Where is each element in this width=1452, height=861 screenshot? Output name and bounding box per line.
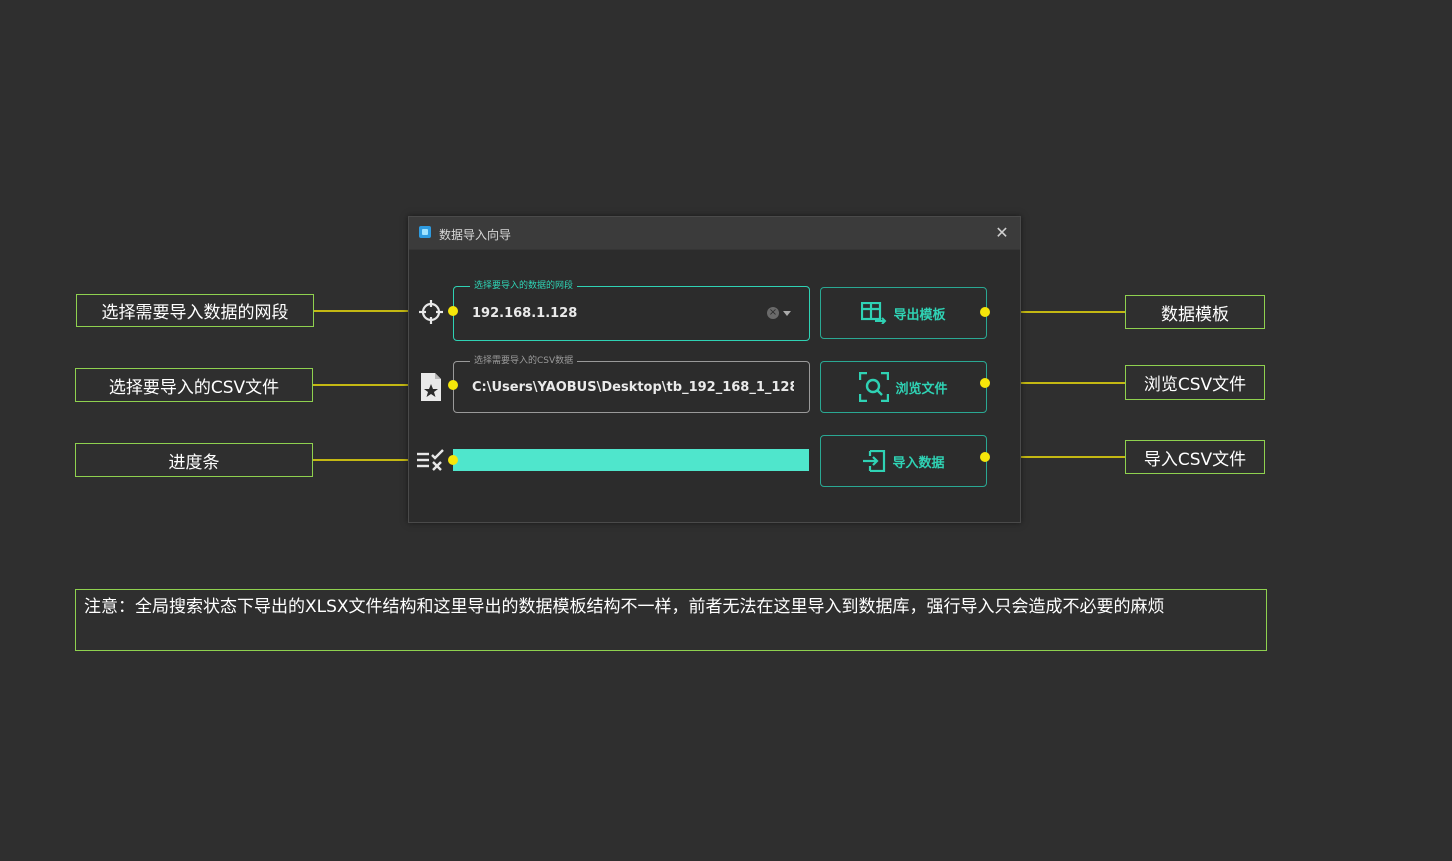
connector-dots xyxy=(448,306,990,465)
callout-browse: 浏览CSV文件 xyxy=(1125,365,1265,400)
callout-csv-file: 选择要导入的CSV文件 xyxy=(75,368,313,402)
callout-segment: 选择需要导入数据的网段 xyxy=(76,294,314,327)
note-box: 注意：全局搜索状态下导出的XLSX文件结构和这里导出的数据模板结构不一样，前者无… xyxy=(75,589,1267,651)
callout-progress: 进度条 xyxy=(75,443,313,477)
callout-import: 导入CSV文件 xyxy=(1125,440,1265,474)
callout-template: 数据模板 xyxy=(1125,295,1265,329)
